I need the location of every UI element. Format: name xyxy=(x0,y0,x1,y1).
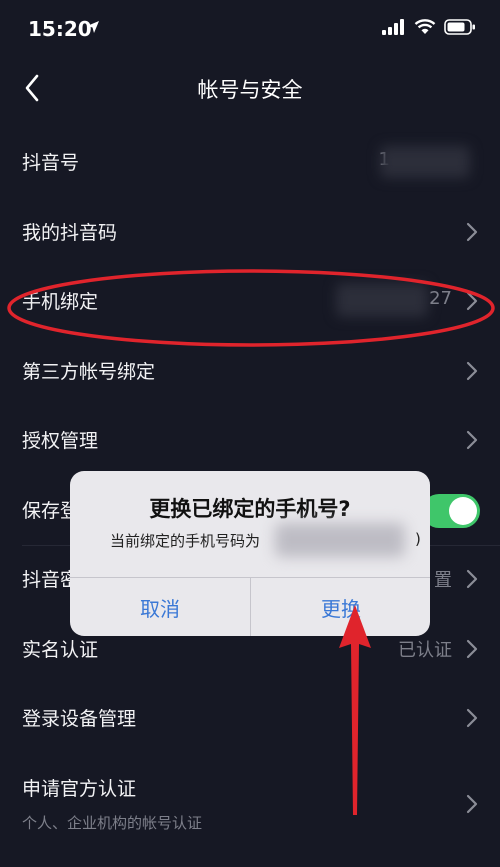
blurred-dialog-phone xyxy=(275,523,405,557)
chevron-right-icon xyxy=(466,569,478,589)
status-icons xyxy=(382,19,476,35)
row-device-manage[interactable]: 登录设备管理 xyxy=(0,684,500,754)
row-label: 实名认证 xyxy=(22,638,99,661)
wifi-icon xyxy=(414,19,436,34)
row-label: 授权管理 xyxy=(22,430,99,452)
row-label: 抖音号 xyxy=(22,152,80,174)
chevron-right-icon xyxy=(466,361,478,380)
chevron-right-icon xyxy=(466,222,478,241)
row-label: 第三方帐号绑定 xyxy=(22,360,156,383)
chevron-right-icon xyxy=(466,708,478,728)
row-official-certification[interactable]: 申请官方认证 个人、企业机构的帐号认证 xyxy=(0,754,500,854)
row-sublabel: 个人、企业机构的帐号认证 xyxy=(22,813,203,832)
location-arrow-icon xyxy=(87,21,99,33)
save-login-toggle[interactable] xyxy=(422,493,480,528)
chevron-right-icon xyxy=(466,430,478,450)
dialog-title: 更换已绑定的手机号? xyxy=(149,497,351,521)
battery-icon xyxy=(444,19,475,35)
cancel-button[interactable]: 取消 xyxy=(70,578,250,636)
status-time: 15:20 xyxy=(28,17,92,41)
chevron-right-icon xyxy=(466,794,478,813)
status-bar: 15:20 xyxy=(0,0,500,58)
row-my-qrcode[interactable]: 我的抖音码 xyxy=(0,198,500,268)
chevron-right-icon xyxy=(466,639,478,658)
toggle-knob xyxy=(449,496,477,525)
page-title: 帐号与安全 xyxy=(197,78,303,102)
row-label: 申请官方认证 xyxy=(22,777,137,800)
annotation-arrow xyxy=(339,605,371,815)
dialog-message: 当前绑定的手机号码为 xyxy=(110,532,261,550)
cellular-signal-icon xyxy=(382,19,404,35)
row-douyin-id[interactable]: 抖音号 1 xyxy=(0,128,500,198)
dialog-message-end: ) xyxy=(415,530,421,548)
password-status: 置 xyxy=(434,570,452,591)
annotation-ellipse xyxy=(7,269,495,347)
blurred-douyin-id xyxy=(380,146,470,178)
row-label: 登录设备管理 xyxy=(22,708,137,730)
nav-bar: 帐号与安全 xyxy=(0,58,500,120)
row-auth-manage[interactable]: 授权管理 xyxy=(0,406,500,476)
row-label: 我的抖音码 xyxy=(22,221,118,244)
realname-status: 已认证 xyxy=(398,639,452,661)
